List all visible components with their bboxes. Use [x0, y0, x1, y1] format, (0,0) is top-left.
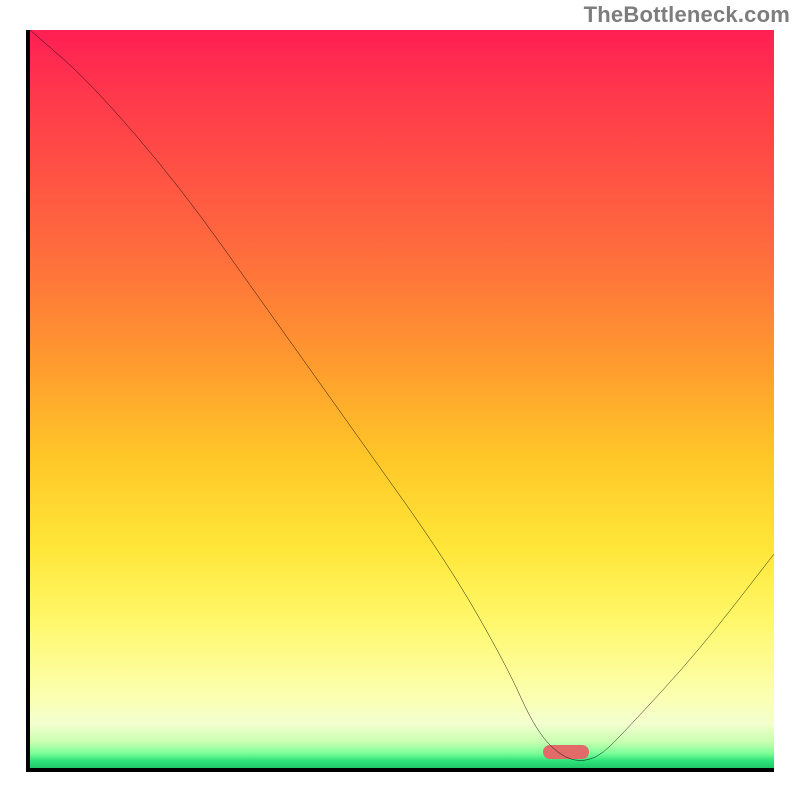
bottleneck-chart: TheBottleneck.com [0, 0, 800, 800]
optimum-marker [543, 745, 589, 759]
fit-gradient-background [30, 30, 774, 768]
plot-area [26, 30, 774, 772]
watermark-text: TheBottleneck.com [584, 2, 790, 28]
